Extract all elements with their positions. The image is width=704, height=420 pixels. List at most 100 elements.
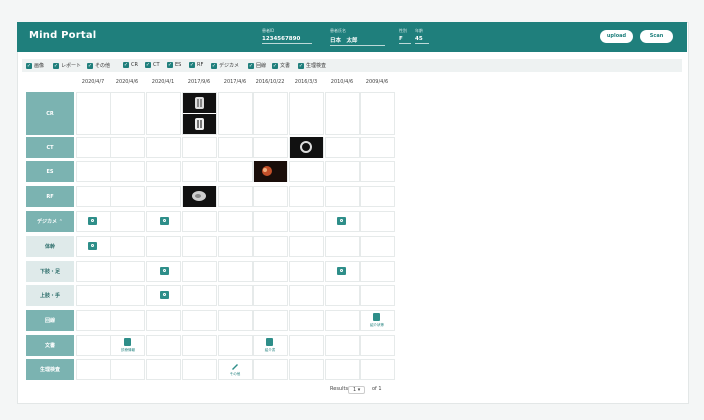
grid-cell[interactable] <box>218 161 253 182</box>
grid-cell[interactable] <box>360 137 395 158</box>
grid-cell[interactable] <box>253 186 288 207</box>
grid-cell[interactable] <box>218 335 253 356</box>
grid-cell[interactable] <box>218 92 253 135</box>
pen-icon[interactable] <box>230 361 240 371</box>
grid-cell[interactable] <box>218 310 253 331</box>
grid-cell[interactable] <box>110 310 145 331</box>
checkbox-checked-icon[interactable]: ✓ <box>167 62 173 68</box>
grid-cell[interactable] <box>76 359 111 380</box>
grid-cell[interactable] <box>325 186 360 207</box>
grid-cell[interactable] <box>110 137 145 158</box>
grid-cell[interactable] <box>218 261 253 282</box>
row-header-ct[interactable]: CT <box>26 137 74 158</box>
grid-cell[interactable] <box>76 137 111 158</box>
filter-other[interactable]: ✓ その他 <box>87 62 110 69</box>
grid-cell[interactable] <box>76 161 111 182</box>
grid-cell[interactable] <box>289 310 324 331</box>
filter-bunsho[interactable]: ✓ 文書 <box>272 62 290 69</box>
grid-cell[interactable] <box>76 335 111 356</box>
grid-cell[interactable] <box>360 236 395 257</box>
grid-cell[interactable] <box>360 161 395 182</box>
grid-cell[interactable] <box>110 261 145 282</box>
grid-cell[interactable] <box>146 92 181 135</box>
grid-cell[interactable] <box>76 92 111 135</box>
camera-icon[interactable] <box>337 217 346 225</box>
grid-cell[interactable] <box>253 92 288 135</box>
row-header-digicam[interactable]: デジカメ ⌃ <box>26 211 74 232</box>
row-header-joshi[interactable]: 上肢・手 <box>26 285 74 306</box>
filter-seiri[interactable]: ✓ 生理検査 <box>298 62 326 69</box>
grid-cell[interactable] <box>325 310 360 331</box>
checkbox-checked-icon[interactable]: ✓ <box>272 62 278 69</box>
filter-rf[interactable]: ✓ RF <box>189 62 203 68</box>
grid-cell[interactable] <box>110 161 145 182</box>
row-header-bunsho[interactable]: 文書 <box>26 335 74 356</box>
grid-cell[interactable] <box>253 211 288 232</box>
grid-cell[interactable] <box>360 92 395 135</box>
grid-cell[interactable] <box>253 310 288 331</box>
row-header-cr[interactable]: CR <box>26 92 74 135</box>
row-header-kashi[interactable]: 下肢・足 <box>26 261 74 282</box>
cr-thumbnail[interactable] <box>183 114 216 134</box>
row-header-rf[interactable]: RF <box>26 186 74 207</box>
grid-cell[interactable] <box>289 261 324 282</box>
camera-icon[interactable] <box>160 291 169 299</box>
scan-button[interactable]: Scan <box>640 30 673 43</box>
grid-cell[interactable] <box>182 359 217 380</box>
filter-report[interactable]: ✓ レポート <box>53 62 81 69</box>
filter-digicam[interactable]: ✓ デジカメ <box>211 62 239 69</box>
grid-cell[interactable] <box>182 261 217 282</box>
grid-cell[interactable] <box>146 335 181 356</box>
document-icon[interactable] <box>124 338 131 346</box>
grid-cell[interactable] <box>110 285 145 306</box>
grid-cell[interactable] <box>110 186 145 207</box>
grid-cell[interactable] <box>110 211 145 232</box>
grid-cell[interactable] <box>360 335 395 356</box>
grid-cell[interactable] <box>76 186 111 207</box>
document-icon[interactable] <box>266 338 273 346</box>
grid-cell[interactable] <box>253 285 288 306</box>
grid-cell[interactable] <box>182 236 217 257</box>
grid-cell[interactable] <box>76 310 111 331</box>
row-header-taikan[interactable]: 体幹 <box>26 236 74 257</box>
grid-cell[interactable] <box>110 92 145 135</box>
grid-cell[interactable] <box>325 161 360 182</box>
checkbox-checked-icon[interactable]: ✓ <box>298 62 304 69</box>
row-header-es[interactable]: ES <box>26 161 74 182</box>
grid-cell[interactable] <box>218 236 253 257</box>
upload-button[interactable]: upload <box>600 30 633 43</box>
checkbox-checked-icon[interactable]: ✓ <box>53 62 59 69</box>
grid-cell[interactable] <box>325 335 360 356</box>
grid-cell[interactable] <box>289 186 324 207</box>
checkbox-checked-icon[interactable]: ✓ <box>123 62 129 68</box>
cr-thumbnail[interactable] <box>183 93 216 113</box>
grid-cell[interactable] <box>146 310 181 331</box>
document-stack-icon[interactable] <box>373 313 380 321</box>
checkbox-checked-icon[interactable]: ✓ <box>248 62 254 69</box>
filter-ct[interactable]: ✓ CT <box>145 62 160 68</box>
grid-cell[interactable] <box>76 285 111 306</box>
grid-cell[interactable] <box>325 359 360 380</box>
grid-cell[interactable] <box>146 161 181 182</box>
grid-cell[interactable] <box>289 236 324 257</box>
camera-icon[interactable] <box>88 217 97 225</box>
grid-cell[interactable] <box>253 261 288 282</box>
grid-cell[interactable] <box>218 211 253 232</box>
filter-cr[interactable]: ✓ CR <box>123 62 138 68</box>
grid-cell[interactable] <box>218 285 253 306</box>
grid-cell[interactable] <box>218 137 253 158</box>
grid-cell[interactable] <box>253 359 288 380</box>
grid-cell[interactable] <box>360 186 395 207</box>
grid-cell[interactable] <box>146 186 181 207</box>
page-select[interactable]: 1 ▾ <box>348 386 366 394</box>
grid-cell[interactable] <box>76 261 111 282</box>
grid-cell[interactable] <box>325 236 360 257</box>
grid-cell[interactable] <box>182 137 217 158</box>
grid-cell[interactable] <box>253 137 288 158</box>
grid-cell[interactable] <box>289 285 324 306</box>
grid-cell[interactable] <box>218 186 253 207</box>
grid-cell[interactable] <box>360 261 395 282</box>
filter-es[interactable]: ✓ ES <box>167 62 181 68</box>
ct-thumbnail[interactable] <box>290 137 323 158</box>
camera-icon[interactable] <box>88 242 97 250</box>
